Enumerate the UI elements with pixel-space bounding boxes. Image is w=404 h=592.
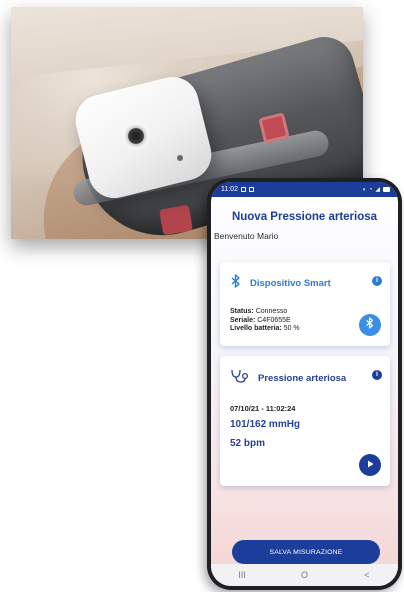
start-measurement-button[interactable] <box>359 454 381 476</box>
status-label: Status: <box>230 308 254 315</box>
pressure-card: Pressione arteriosa i 07/10/21 - 11:02:2… <box>220 356 390 486</box>
bluetooth-disconnect-icon <box>365 316 375 334</box>
page-title: Nuova Pressione arteriosa <box>231 211 378 223</box>
status-bar: 11:02 ◖ ◔ ◢ <box>211 182 398 197</box>
battery-label: Livello batteria: <box>230 325 282 333</box>
device-info: Status: Connesso Seriale: C4F0655E Livel… <box>230 308 300 334</box>
battery-icon <box>383 187 390 192</box>
photo-device-led <box>177 155 183 161</box>
phone-screen: 11:02 ◖ ◔ ◢ Nuova Pressione arteriosa Be… <box>211 182 398 586</box>
photo-cuff-tag <box>158 204 194 236</box>
device-card: Dispositivo Smart i Status: Connesso Ser… <box>220 262 390 346</box>
pulse-value: 52 bpm <box>230 438 266 449</box>
info-icon[interactable]: i <box>372 276 382 286</box>
notification-icon <box>241 187 246 192</box>
measurement-datetime: 07/10/21 - 11:02:24 <box>230 404 296 413</box>
signal-icon: ◢ <box>375 187 380 193</box>
home-button[interactable]: O <box>294 570 314 580</box>
stethoscope-icon <box>230 368 250 389</box>
photo-device-lens <box>123 123 149 149</box>
battery-value: 50 % <box>283 325 300 333</box>
mute-icon: ◖ <box>362 186 366 193</box>
play-icon <box>365 456 375 474</box>
device-card-title: Dispositivo Smart <box>250 278 331 289</box>
wifi-icon: ◔ <box>368 186 373 193</box>
notification-icon <box>249 187 254 192</box>
serial-label: Seriale: <box>230 316 256 324</box>
bluetooth-icon <box>230 274 242 293</box>
recents-button[interactable]: III <box>232 570 252 580</box>
blood-pressure-value: 101/162 mmHg <box>230 419 301 430</box>
back-button[interactable]: < <box>357 570 377 580</box>
bluetooth-disconnect-button[interactable] <box>359 314 381 336</box>
save-measurement-button[interactable]: SALVA MISURAZIONE <box>232 540 380 564</box>
info-icon[interactable]: i <box>372 370 382 380</box>
serial-value: C4F0655E <box>257 316 291 324</box>
status-value: Connesso <box>255 308 288 315</box>
system-nav-bar: III O < <box>211 564 398 586</box>
phone-frame: 11:02 ◖ ◔ ◢ Nuova Pressione arteriosa Be… <box>207 178 402 590</box>
pressure-card-title: Pressione arteriosa <box>258 373 347 384</box>
welcome-text: Benvenuto Mario <box>214 231 279 241</box>
status-time: 11:02 <box>221 186 238 193</box>
